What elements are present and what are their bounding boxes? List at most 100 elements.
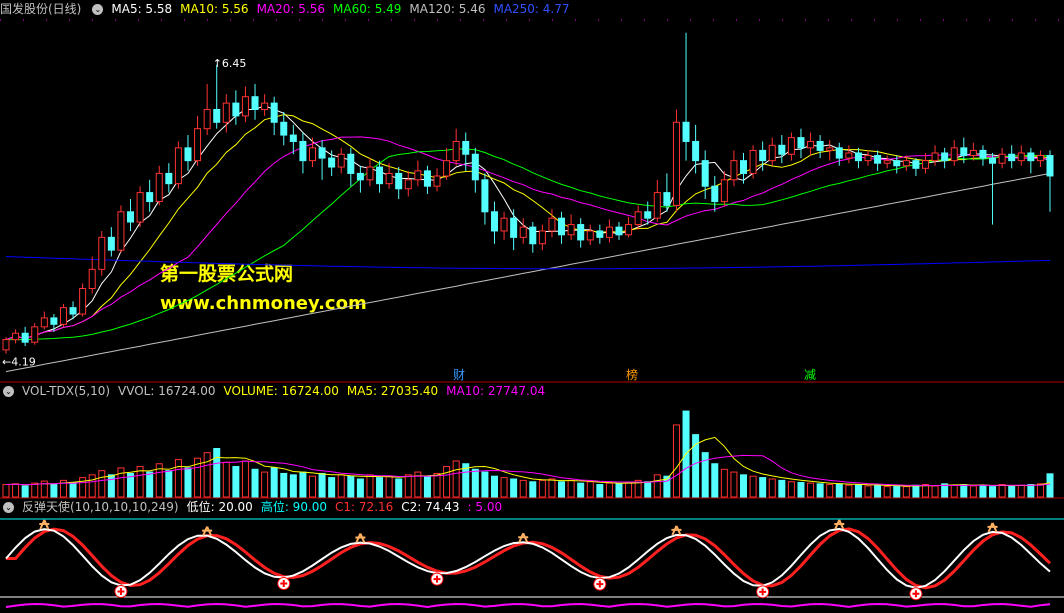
candle-body <box>452 140 460 162</box>
volume-bar <box>241 460 249 498</box>
volume-bar <box>826 484 834 498</box>
volume-bar <box>165 470 173 498</box>
candle-body <box>979 149 987 159</box>
volume-bar <box>366 474 374 498</box>
ma-line-ma5 <box>5 105 1051 341</box>
candle-body <box>672 121 680 206</box>
candle-body <box>376 166 384 185</box>
volume-bar <box>107 474 115 498</box>
candle-body <box>12 332 20 341</box>
candle-body <box>136 192 144 223</box>
sell-signal-icon <box>518 532 529 543</box>
volume-bar <box>88 474 96 498</box>
volume-bar <box>385 475 393 498</box>
candle-body <box>941 152 949 162</box>
candle-body <box>59 307 67 325</box>
candle-body <box>194 128 202 162</box>
candle-body <box>615 226 623 236</box>
candle-body <box>337 153 345 168</box>
candle-body <box>577 224 585 241</box>
volume-bar <box>443 466 451 498</box>
candle-body <box>481 179 489 213</box>
candle-body <box>510 217 518 238</box>
volume-bar <box>519 479 527 498</box>
candle-body <box>356 172 364 181</box>
volume-bar <box>711 463 719 498</box>
volume-bar <box>12 483 20 498</box>
low-price-label: ←4.19 <box>2 356 36 369</box>
volume-bar <box>787 481 795 498</box>
sell-signal-icon <box>987 522 998 533</box>
volume-bar <box>404 474 412 498</box>
volume-bar <box>117 467 125 498</box>
volume-bar <box>289 474 297 498</box>
candle-body <box>241 96 249 117</box>
volume-bar <box>864 485 872 498</box>
candle-body <box>98 236 106 270</box>
volume-bar <box>912 484 920 498</box>
volume-bar <box>213 448 221 498</box>
volume-bar <box>31 482 39 498</box>
volume-bar <box>490 475 498 498</box>
volume-bar <box>21 485 29 498</box>
candle-body <box>998 153 1006 164</box>
volume-bar <box>452 460 460 498</box>
candle-body <box>845 152 853 159</box>
candle-body <box>605 226 613 238</box>
candle-body <box>893 160 901 167</box>
volume-bar <box>500 477 508 498</box>
volume-bar <box>969 485 977 498</box>
candle-body <box>663 192 671 206</box>
candle-body <box>414 170 422 181</box>
volume-bar <box>1008 485 1016 498</box>
volume-bar <box>768 478 776 498</box>
volume-bar <box>797 481 805 498</box>
candle-body <box>625 224 633 236</box>
candle-body <box>433 175 441 187</box>
volume-bar <box>1017 484 1025 498</box>
volume-bar <box>558 481 566 498</box>
candle-body <box>184 147 192 162</box>
volume-bar <box>251 468 259 498</box>
candle-body <box>232 102 240 117</box>
volume-bar <box>625 481 633 498</box>
candle-body <box>567 224 575 236</box>
volume-bar <box>672 424 680 498</box>
volume-bar <box>759 477 767 498</box>
volume-bar <box>577 482 585 498</box>
ma-line-ma20 <box>5 136 1051 341</box>
volume-bar <box>376 477 384 498</box>
candle-body <box>155 172 163 203</box>
candle-body <box>653 192 661 219</box>
volume-bar <box>567 479 575 498</box>
candle-body <box>50 317 58 325</box>
volume-bar <box>270 467 278 498</box>
candle-body <box>768 144 776 162</box>
volume-bar <box>423 475 431 498</box>
volume-bar <box>1027 484 1035 498</box>
volume-bar <box>883 486 891 498</box>
volume-bar <box>778 479 786 498</box>
candle-body <box>1008 153 1016 162</box>
candle-body <box>261 102 269 110</box>
candle-body <box>720 179 728 203</box>
candle-body <box>931 152 939 162</box>
candle-body <box>634 211 642 226</box>
candle-body <box>644 211 652 219</box>
stock-chart[interactable]: ↑6.45 ←4.19 <box>0 0 1064 613</box>
volume-bar <box>222 461 230 498</box>
candle-body <box>854 152 862 162</box>
candle-body <box>778 144 786 155</box>
sell-signal-icon <box>834 519 845 530</box>
candle-body <box>874 155 882 164</box>
volume-bar <box>356 478 364 498</box>
candle-body <box>960 147 968 157</box>
candle-body <box>79 288 87 315</box>
volume-bar <box>538 479 546 498</box>
candle-body <box>1027 152 1035 162</box>
candle-body <box>203 109 211 130</box>
volume-bar <box>50 484 58 498</box>
candle-body <box>251 96 259 111</box>
volume-bar <box>548 478 556 498</box>
volume-bar <box>874 484 882 498</box>
